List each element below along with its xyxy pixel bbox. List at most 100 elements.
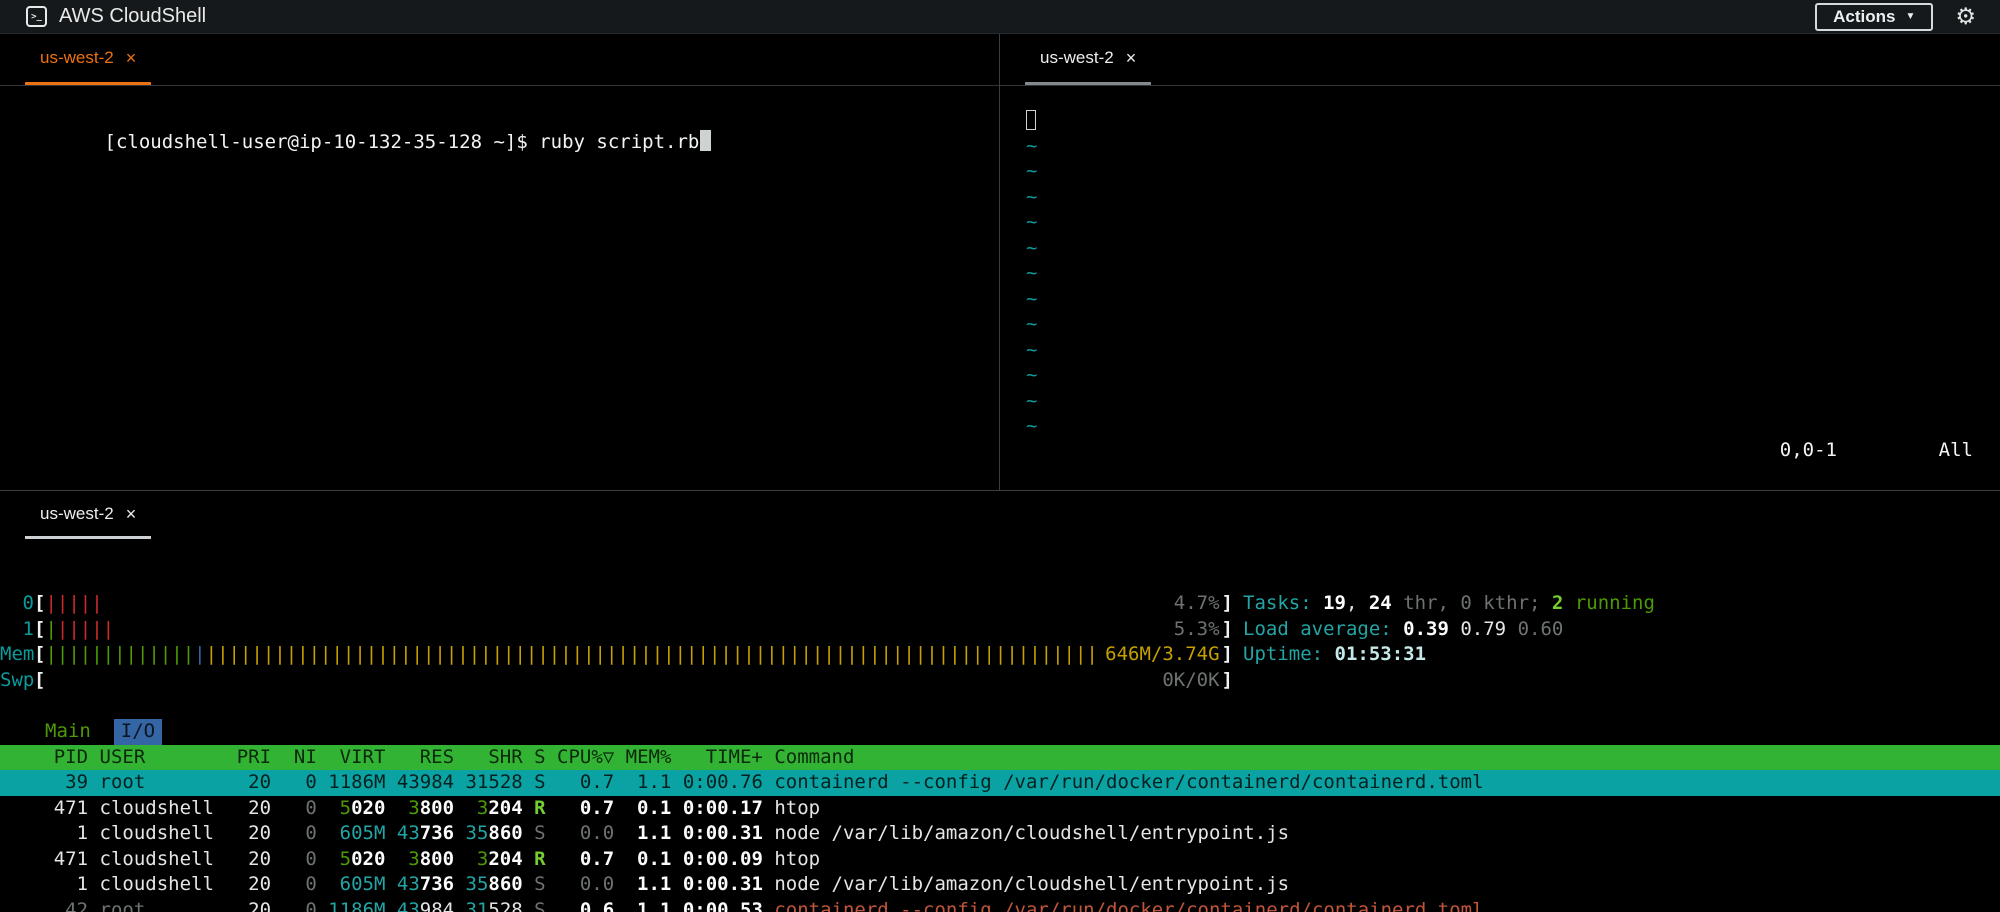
cell-shr: 35860 [466, 821, 523, 847]
cell-pid: 1 [8, 872, 88, 898]
meter-bar: ||||||||||||||||||||||||||||||||||||||||… [45, 642, 1221, 668]
meter-close-bracket: ] [1221, 668, 1233, 691]
tab-us-west-2-bottom[interactable]: us-west-2 × [25, 491, 152, 539]
text-segment: 020 [351, 796, 386, 819]
cell-s: R [534, 847, 545, 873]
htop-screen[interactable]: 0[||||| 4.7%] 1[|||||| 5.3%] Mem[|||||||||||… [0, 539, 2000, 912]
tab-close-icon[interactable]: × [126, 49, 137, 67]
text-segment: 471 [53, 796, 89, 819]
htop-stats-column: Tasks: 19, 24 thr, 0 kthr; 2 running Loa… [1243, 591, 1655, 693]
top-split-region: us-west-2 × [cloudshell-user@ip-10-132-3… [0, 34, 2000, 490]
htop-tab-io[interactable]: I/O [113, 719, 163, 745]
cell-ni: 0 [283, 872, 316, 898]
text-segment: 20 [248, 822, 272, 844]
vim-screen[interactable]: ~ ~ ~ ~ ~ ~ ~ ~ ~ ~ ~ ~ 0,0-1 All [1000, 86, 2000, 489]
text-segment: 20 [248, 771, 272, 793]
text-segment: 800 [419, 847, 455, 870]
cloudshell-logo-icon: >_ [26, 6, 47, 27]
bar-segment: ||||| [45, 592, 103, 614]
tab-close-icon[interactable]: × [1126, 49, 1137, 67]
tab-us-west-2-right[interactable]: us-west-2 × [1025, 34, 1152, 85]
cell-virt: 5020 [328, 796, 386, 822]
text-segment: 605M [339, 873, 386, 895]
meter-close-bracket: ] [1221, 617, 1233, 640]
vim-scroll-position: All [1938, 438, 1973, 461]
cell-s: S [534, 770, 545, 796]
text-segment: 528 [488, 898, 523, 912]
text-segment: 0.60 [1517, 617, 1564, 640]
cell-user: cloudshell [100, 847, 214, 873]
cell-pid: 471 [8, 796, 88, 822]
htop-tab-main[interactable]: Main [38, 719, 98, 745]
text-segment: 0.6 [579, 898, 615, 912]
terminal-screen[interactable]: [cloudshell-user@ip-10-132-35-128 ~]$ ru… [0, 86, 999, 175]
cell-ni: 0 [283, 847, 316, 873]
cell-s: S [534, 872, 545, 898]
vim-tilde: ~ [1026, 262, 1038, 284]
text-segment: Command [774, 745, 855, 768]
left-pane-tabbar: us-west-2 × [0, 34, 999, 86]
vim-tilde: ~ [1026, 185, 1038, 208]
text-segment: 43984 [396, 771, 455, 793]
bar-segment: ||||||||||||| [45, 643, 195, 665]
cell-pid: 39 [8, 770, 88, 796]
cell-s: S [534, 898, 545, 912]
text-segment: 1186M [328, 898, 386, 912]
text-segment: thr, [1391, 592, 1461, 614]
meter-cpu0: 0[||||| 4.7%] [0, 591, 1233, 617]
cell-s: R [534, 796, 545, 822]
meter-close-bracket: ] [1221, 592, 1233, 614]
text-segment: 39 [65, 771, 89, 793]
cell-pri: 20 [225, 796, 271, 822]
meter-bar: 0K/0K [45, 668, 1221, 694]
text-segment: PID [53, 745, 89, 768]
settings-gear-icon[interactable]: ⚙ [1955, 5, 1976, 28]
text-segment: htop [774, 796, 821, 819]
text-segment: 020 [351, 847, 386, 870]
cell-time: 0:00.31 [683, 821, 763, 847]
cell-command: containerd --config /var/run/docker/cont… [774, 770, 2000, 796]
cell-cpu: 0.0 [557, 872, 614, 898]
text-segment: 736 [419, 873, 455, 895]
cell-pid: PID [8, 745, 88, 771]
text-segment: 0 [305, 898, 317, 912]
text-segment: , [1345, 592, 1369, 614]
cell-user: root [100, 898, 214, 912]
cell-shr: 31528 [466, 770, 523, 796]
text-segment: 5 [339, 847, 352, 870]
text-segment: 1 [76, 873, 89, 895]
text-segment: 0:00.17 [682, 796, 763, 819]
text-segment: 0:00.76 [682, 771, 763, 793]
terminal-pane-left: us-west-2 × [cloudshell-user@ip-10-132-3… [0, 34, 1000, 490]
actions-button[interactable]: Actions ▼ [1815, 2, 1934, 31]
text-segment: Tasks: [1243, 592, 1324, 614]
text-segment: 20 [248, 898, 272, 912]
text-segment: 42 [65, 898, 89, 912]
load-average-line: Load average: 0.39 0.79 0.60 [1243, 617, 1655, 643]
text-segment: cloudshell [99, 873, 214, 895]
cell-time: 0:00.53 [683, 898, 763, 912]
cell-user: cloudshell [100, 872, 214, 898]
meter-value: 5.3% [1173, 617, 1220, 640]
cell-time: 0:00.31 [683, 872, 763, 898]
text-segment: 0:00.31 [682, 822, 763, 844]
tab-us-west-2-left[interactable]: us-west-2 × [25, 34, 152, 85]
tab-close-icon[interactable]: × [126, 505, 137, 523]
chevron-down-icon: ▼ [1905, 11, 1916, 22]
cell-res: 3800 [397, 796, 454, 822]
vim-tilde: ~ [1026, 211, 1038, 233]
cell-pri: 20 [225, 847, 271, 873]
text-segment: 31 [465, 898, 489, 912]
process-row: 1 cloudshell 20 0 605M 43736 35860 S 0.0 1.1 0:00.… [0, 821, 2000, 847]
text-segment: 204 [488, 847, 523, 870]
text-segment: 0.79 [1460, 617, 1518, 640]
cell-pri: 20 [225, 898, 271, 912]
meter-label: 0 [22, 592, 34, 614]
cell-mem: 0.1 [626, 847, 672, 873]
cell-pri: PRI [225, 745, 271, 771]
text-segment: 35 [465, 822, 489, 844]
text-segment: 0.1 [637, 847, 672, 870]
meter-swp: Swp[0K/0K] [0, 668, 1233, 694]
cell-shr: 35860 [466, 872, 523, 898]
cell-cpu: 0.6 [557, 898, 614, 912]
